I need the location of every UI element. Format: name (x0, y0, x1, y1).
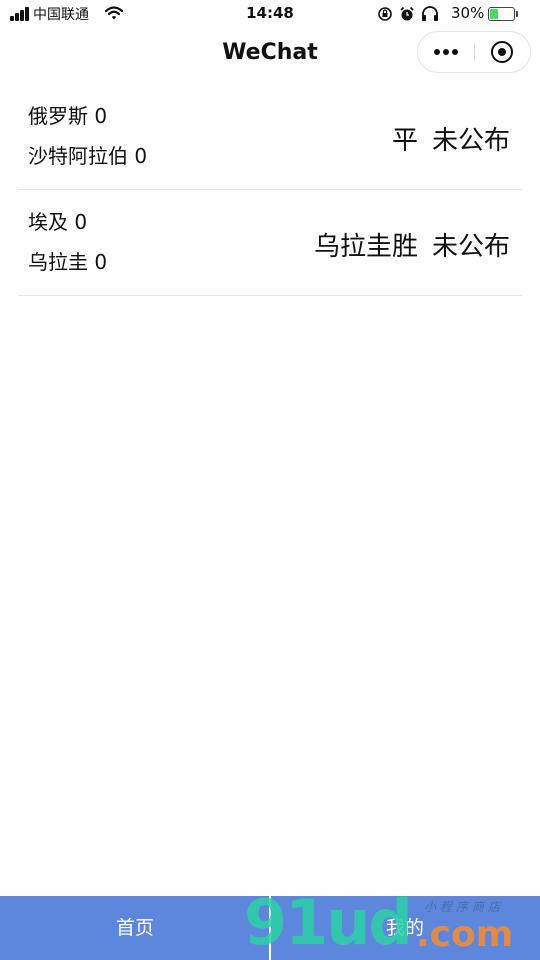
match-row[interactable]: 埃及 0 乌拉圭 0 乌拉圭胜 未公布 (18, 190, 522, 296)
battery-icon (488, 7, 518, 21)
match-result: 平未公布 (392, 120, 510, 157)
match-result: 乌拉圭胜 未公布 (314, 226, 510, 263)
match-outcome: 平 (391, 126, 418, 156)
home-team: 俄罗斯 0 (28, 100, 107, 129)
away-team: 乌拉圭 0 (28, 246, 107, 275)
tab-mine[interactable]: 我的 (270, 896, 540, 960)
tab-bar: 首页 我的 (0, 896, 540, 960)
mini-program-capsule (417, 31, 531, 73)
home-team-name: 埃及 (28, 210, 68, 234)
alarm-icon (400, 6, 414, 21)
match-status: 未公布 (431, 126, 510, 156)
match-row[interactable]: 俄罗斯 0 沙特阿拉伯 0 平未公布 (18, 84, 522, 190)
home-team-score: 0 (74, 210, 88, 234)
battery-percentage: 30% (451, 4, 485, 22)
away-team-name: 乌拉圭 (28, 250, 88, 274)
match-outcome: 乌拉圭胜 (313, 232, 418, 262)
more-icon[interactable] (418, 32, 474, 72)
away-team-score: 0 (134, 144, 148, 168)
orientation-lock-icon (378, 7, 392, 21)
away-team: 沙特阿拉伯 0 (28, 140, 147, 169)
away-team-score: 0 (94, 250, 108, 274)
match-list: 俄罗斯 0 沙特阿拉伯 0 平未公布 埃及 0 乌拉圭 0 乌拉圭胜 未公布 (18, 84, 522, 296)
headphones-icon (422, 6, 438, 21)
away-team-name: 沙特阿拉伯 (28, 144, 128, 168)
tab-home[interactable]: 首页 (0, 896, 270, 960)
home-team-score: 0 (94, 104, 108, 128)
close-mini-program-icon[interactable] (475, 32, 530, 72)
home-team: 埃及 0 (28, 206, 87, 235)
home-team-name: 俄罗斯 (28, 104, 88, 128)
match-status: 未公布 (431, 232, 510, 262)
navigation-bar: WeChat (0, 28, 540, 80)
status-bar: 中国联通 14:48 30% (0, 0, 540, 28)
